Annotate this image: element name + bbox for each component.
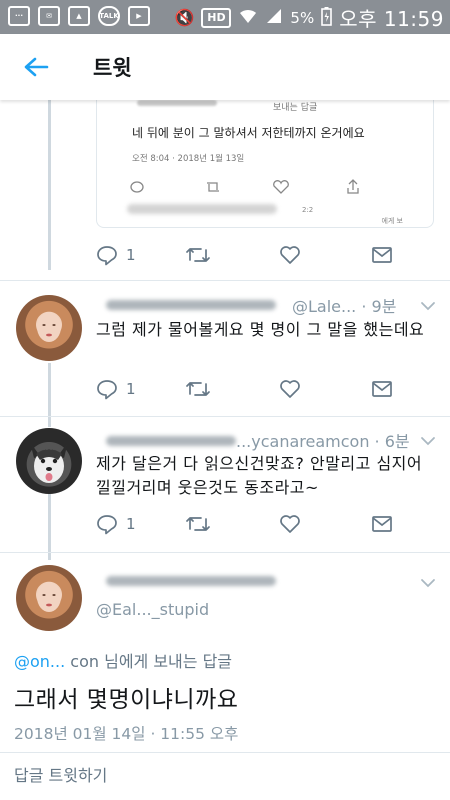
dm-button[interactable] xyxy=(371,377,393,401)
tweet-actions: 1 xyxy=(96,377,406,401)
status-bar: ··· ✉ ▲ TALK ▶ 🔇 HD 5% 오후 11:59 xyxy=(0,0,450,34)
battery-percent: 5% xyxy=(290,8,315,27)
like-button[interactable] xyxy=(279,377,301,401)
reply-composer[interactable]: 답글 트윗하기 xyxy=(14,762,107,786)
divider xyxy=(0,752,450,753)
image-reply-note: 보내는 답글 xyxy=(273,103,318,113)
reply-to-link[interactable]: @on... xyxy=(14,652,65,671)
avatar[interactable] xyxy=(16,428,82,494)
thread-connector xyxy=(48,490,51,560)
chevron-down-icon[interactable] xyxy=(420,435,436,447)
chat-icon: ··· xyxy=(8,6,30,26)
image-tweet-text: 네 뒤에 분이 그 말하셔서 저한테까지 온거에요 xyxy=(132,126,365,140)
tweet-text: 그럼 제가 물어볼게요 몇 명이 그 말을 했는데요 xyxy=(96,320,425,339)
retweet-button[interactable] xyxy=(186,512,210,536)
chevron-down-icon[interactable] xyxy=(420,577,436,589)
app-header: 트윗 xyxy=(0,34,450,100)
reply-icon xyxy=(97,515,117,535)
tweet-text-line: 제가 달은거 다 읽으신건맞죠? 안말리고 심지어 xyxy=(96,454,423,473)
reply-button[interactable]: 1 xyxy=(96,243,136,267)
avatar[interactable] xyxy=(16,295,82,361)
envelope-icon xyxy=(372,381,392,397)
tweet-handle: @Lale... · 9분 xyxy=(292,297,397,316)
tweet-text: 제가 달은거 다 읽으신건맞죠? 안말리고 심지어 낄낄거리며 웃은것도 동조라… xyxy=(96,452,422,500)
heart-icon xyxy=(280,246,300,264)
reply-count: 1 xyxy=(126,246,136,264)
reply-context: @on... con 님에게 보내는 답글 xyxy=(14,648,232,672)
talk-icon: TALK xyxy=(98,6,120,26)
reply-icon xyxy=(97,246,117,266)
hd-icon: HD xyxy=(201,7,232,28)
system-icons: 🔇 HD 5% 오후 11:59 xyxy=(174,3,444,32)
dm-button[interactable] xyxy=(371,243,393,267)
battery-icon xyxy=(321,6,333,30)
divider xyxy=(0,280,450,281)
avatar-portrait xyxy=(37,582,61,612)
avatar-portrait xyxy=(37,312,61,342)
page-title: 트윗 xyxy=(93,56,132,80)
like-button[interactable] xyxy=(279,243,301,267)
notification-icons: ··· ✉ ▲ TALK ▶ xyxy=(8,6,150,26)
reply-count: 1 xyxy=(126,515,136,533)
retweet-icon xyxy=(186,248,210,262)
retweet-icon xyxy=(186,517,210,531)
avatar[interactable] xyxy=(16,565,82,631)
thread-connector xyxy=(48,100,51,270)
attached-image[interactable]: 보내는 답글 네 뒤에 분이 그 말하셔서 저한테까지 온거에요 오전 8:04… xyxy=(96,100,434,228)
arrow-left-icon xyxy=(24,57,49,77)
tweet-text-line: 낄낄거리며 웃은것도 동조라고~ xyxy=(96,478,319,497)
gallery-icon: ▲ xyxy=(68,6,90,26)
envelope-icon xyxy=(372,516,392,532)
envelope-icon xyxy=(372,247,392,263)
image-tweet-date: 오전 8:04 · 2018년 1월 13일 xyxy=(132,154,245,164)
media-icon: ▶ xyxy=(128,6,150,26)
divider xyxy=(0,416,450,417)
retweet-button[interactable] xyxy=(186,243,210,267)
retweet-icon xyxy=(186,382,210,396)
image-bottom-note: 2:2 xyxy=(302,206,314,214)
obscured-name xyxy=(106,300,276,310)
tweet-actions: 1 xyxy=(96,512,406,536)
reply-count: 1 xyxy=(126,380,136,398)
tweet-text: 그래서 몇명이냐니까요 xyxy=(14,687,239,713)
heart-icon xyxy=(280,515,300,533)
dm-button[interactable] xyxy=(371,512,393,536)
obscured-name xyxy=(106,436,236,446)
chevron-down-icon[interactable] xyxy=(420,300,436,312)
retweet-button[interactable] xyxy=(186,377,210,401)
divider xyxy=(0,552,450,553)
mute-icon: 🔇 xyxy=(174,8,195,27)
reply-icon xyxy=(97,380,117,400)
mail-icon: ✉ xyxy=(38,6,60,26)
avatar-dog xyxy=(30,442,68,483)
clock: 오후 11:59 xyxy=(339,7,444,31)
obscured-name xyxy=(106,576,276,586)
back-button[interactable] xyxy=(20,52,52,82)
reply-button[interactable]: 1 xyxy=(96,512,136,536)
obscured-text xyxy=(127,204,277,214)
signal-icon xyxy=(265,7,283,29)
image-bottom-note: 에게 보 xyxy=(381,217,403,225)
tweet-handle: @Eal..._stupid xyxy=(96,600,210,619)
tweet-timestamp: 2018년 01월 14일 · 11:55 오후 xyxy=(14,725,239,743)
tweet-handle: ...ycanareamcon · 6분 xyxy=(236,432,410,451)
tweet-actions: 1 xyxy=(96,243,406,267)
reply-to-suffix: con 님에게 보내는 답글 xyxy=(70,652,233,671)
reply-button[interactable]: 1 xyxy=(96,377,136,401)
heart-icon xyxy=(280,380,300,398)
image-action-icons xyxy=(130,179,359,194)
obscured-name xyxy=(137,100,217,106)
thread-connector xyxy=(48,363,51,427)
like-button[interactable] xyxy=(279,512,301,536)
wifi-icon xyxy=(238,7,258,29)
